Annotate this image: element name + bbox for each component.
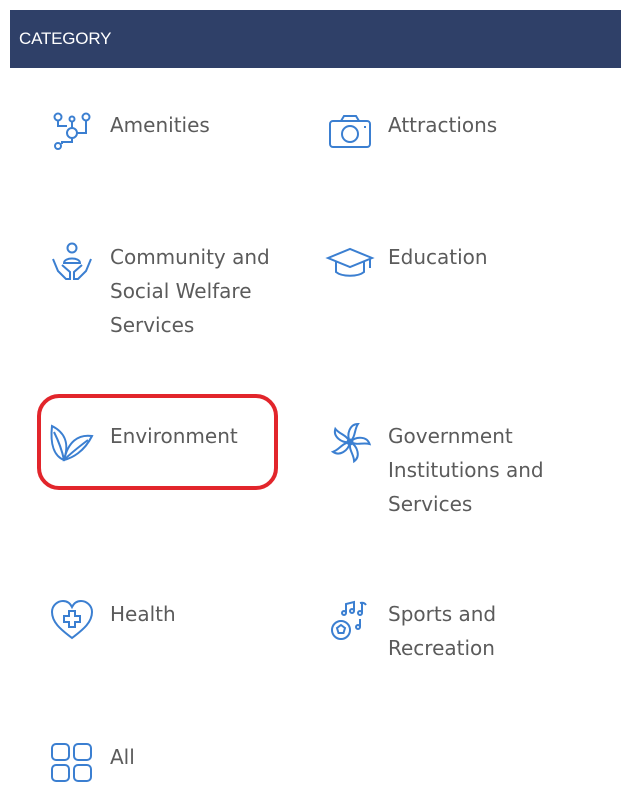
category-label: Education	[388, 245, 488, 269]
ball-music-icon	[324, 597, 376, 643]
category-government[interactable]: Government Institutions and Services	[324, 419, 578, 521]
community-hands-icon	[46, 240, 98, 286]
category-label: Sports and Recreation	[388, 602, 497, 660]
category-title: CATEGORY	[19, 29, 112, 48]
category-environment[interactable]: Environment	[46, 419, 300, 465]
category-label: Government Institutions and Services	[388, 424, 544, 516]
category-header: CATEGORY	[10, 10, 621, 68]
category-health[interactable]: Health	[46, 597, 300, 643]
heart-plus-icon	[46, 597, 98, 643]
amenities-network-icon	[46, 108, 98, 154]
category-community[interactable]: Community and Social Welfare Services	[46, 240, 300, 342]
category-sports[interactable]: Sports and Recreation	[324, 597, 578, 665]
category-label: Attractions	[388, 113, 498, 137]
category-label: Environment	[110, 424, 238, 448]
category-amenities[interactable]: Amenities	[46, 108, 300, 154]
category-label: Community and Social Welfare Services	[110, 245, 270, 337]
category-attractions[interactable]: Attractions	[324, 108, 578, 154]
camera-icon	[324, 108, 376, 154]
category-label: Amenities	[110, 113, 210, 137]
category-label: Health	[110, 602, 176, 626]
category-education[interactable]: Education	[324, 240, 578, 286]
bauhinia-flower-icon	[324, 419, 376, 465]
graduation-cap-icon	[324, 240, 376, 286]
leaves-icon	[46, 419, 98, 465]
category-all[interactable]: All	[46, 740, 300, 786]
category-label: All	[110, 745, 135, 769]
grid-icon	[46, 740, 98, 786]
